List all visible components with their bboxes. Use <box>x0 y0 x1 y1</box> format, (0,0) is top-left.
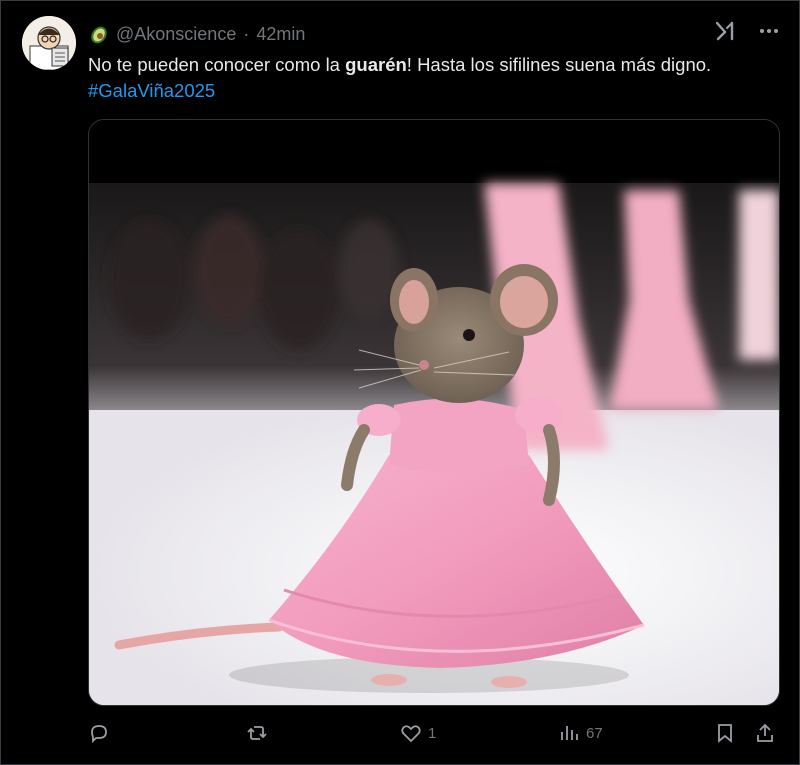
avatar[interactable] <box>22 16 76 70</box>
like-count: 1 <box>428 724 437 742</box>
views-icon <box>558 722 580 744</box>
reply-icon <box>88 722 110 744</box>
post-text-bold: guarén <box>345 54 407 75</box>
share-button[interactable] <box>754 722 776 744</box>
like-button[interactable]: 1 <box>400 722 436 744</box>
hashtag-link[interactable]: #GalaViña2025 <box>88 80 215 101</box>
post-time[interactable]: 42min <box>256 24 305 45</box>
top-actions <box>714 20 780 42</box>
bookmark-button[interactable] <box>714 722 736 744</box>
share-icon <box>754 722 776 744</box>
repost-button[interactable] <box>246 722 268 744</box>
heart-icon <box>400 722 422 744</box>
avocado-icon <box>88 23 110 45</box>
action-bar: 1 67 <box>88 722 778 750</box>
post-text-before: No te pueden conocer como la <box>88 54 346 75</box>
author-handle[interactable]: @Akonscience <box>116 24 236 45</box>
post-text-after: ! Hasta los sifilines suena más digno. <box>406 54 712 75</box>
repost-icon <box>246 722 268 744</box>
post-image[interactable] <box>88 119 780 706</box>
more-icon[interactable] <box>758 20 780 42</box>
header-separator: · <box>243 23 250 44</box>
bookmark-icon <box>714 722 736 744</box>
reply-button[interactable] <box>88 722 110 744</box>
grok-icon[interactable] <box>714 20 736 42</box>
post-text: No te pueden conocer como la guarén! Has… <box>88 52 788 104</box>
views-button[interactable]: 67 <box>558 722 603 744</box>
views-count: 67 <box>586 724 603 742</box>
post-header: @Akonscience · 42min <box>88 22 305 46</box>
